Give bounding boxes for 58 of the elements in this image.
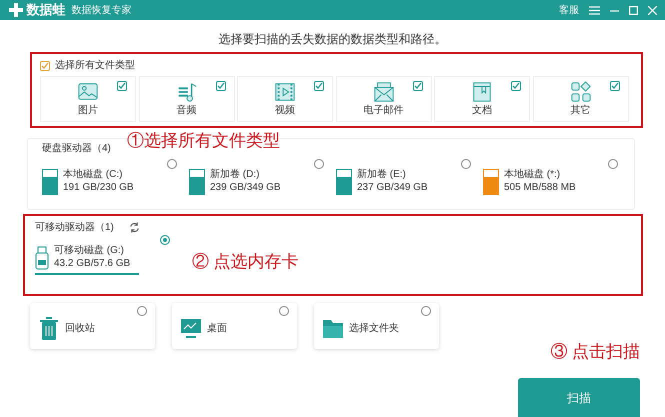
location-card[interactable]: 回收站 [30,303,155,349]
drive-usage: 239 GB/349 GB [210,182,281,194]
checkbox[interactable] [216,80,226,90]
app-subtitle: 数据恢复专家 [72,4,132,18]
location-label: 选择文件夹 [349,322,399,336]
annotation-text: ② 点选内存卡 [192,252,299,270]
select-all-checkbox[interactable] [40,60,50,70]
radio-button[interactable] [167,158,177,168]
location-card[interactable]: 桌面 [172,303,297,349]
location-label: 回收站 [65,322,95,336]
drive-usage: 505 MB/588 MB [504,182,576,194]
radio-button[interactable] [137,306,147,316]
drive-name: 新加卷 (D:) [210,169,260,182]
drive-usage: 191 GB/230 GB [63,182,134,194]
app-logo: 数据蛙 [26,1,66,20]
radio-button[interactable] [608,158,618,168]
maximize-icon[interactable] [629,6,638,14]
drive-usage: 43.2 GB/57.6 GB [54,258,130,270]
drive-usage: 237 GB/349 GB [357,182,428,194]
file-type-card[interactable]: 视频 [237,76,333,122]
location-card[interactable]: 选择文件夹 [314,303,439,349]
location-label: 桌面 [207,322,227,336]
apps-icon [570,81,592,104]
radio-button[interactable] [160,235,170,245]
file-type-card[interactable]: 电子邮件 [336,76,432,122]
checkbox[interactable] [314,80,324,90]
file-type-card[interactable]: 文档 [434,76,530,122]
drive-name: 本地磁盘 (*:) [504,169,562,182]
annotation-text: ①选择所有文件类型 [127,132,280,149]
film-icon [274,81,296,104]
annotation-text: ③ 点击扫描 [550,343,640,360]
checkbox[interactable] [412,80,422,90]
logo-icon [8,2,24,18]
page-heading: 选择要扫描的丢失数据的数据类型和路径。 [218,32,446,46]
drive-name: 本地磁盘 (C:) [63,169,124,182]
drive-name: 新加卷 (E:) [357,169,407,182]
checkbox[interactable] [610,80,620,90]
monitor-icon [180,316,202,340]
checkbox[interactable] [511,80,521,90]
refresh-icon[interactable] [128,222,140,233]
menu-icon[interactable] [589,6,600,14]
select-all-label: 选择所有文件类型 [55,58,135,73]
document-icon [471,81,493,104]
radio-button[interactable] [279,306,289,316]
group-title: 可移动驱动器（1) [35,221,114,235]
file-type-card[interactable]: 音频 [138,76,234,122]
envelope-icon [372,81,394,104]
file-type-card[interactable]: 图片 [40,76,136,122]
group-title: 硬盘驱动器（4) [42,143,111,154]
drive-name: 可移动磁盘 (G:) [54,245,125,258]
file-type-card[interactable]: 其它 [532,76,628,122]
close-icon[interactable] [648,6,657,14]
radio-button[interactable] [461,158,471,168]
trash-icon [38,316,60,340]
radio-button[interactable] [314,158,324,168]
checkbox[interactable] [117,80,127,90]
radio-button[interactable] [421,306,431,316]
usb-drive-icon [35,246,49,270]
